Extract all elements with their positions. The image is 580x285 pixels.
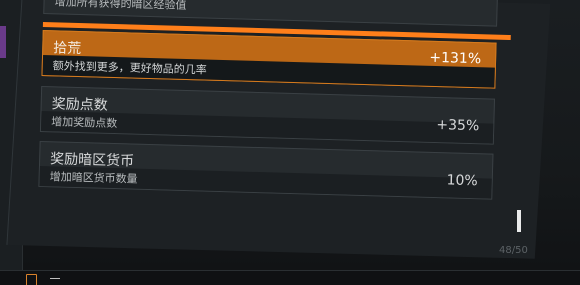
perk-list: 增加所有获得的暗区经验值 拾荒 额外找到更多，更好物品的几率 +131% 奖励点…: [37, 0, 520, 239]
perk-value-reward-points: +35%: [436, 117, 480, 135]
perk-title-reward-points: 奖励点数: [51, 96, 108, 114]
perk-card-scavenging[interactable]: 拾荒 额外找到更多，更好物品的几率 +131%: [41, 29, 497, 89]
left-accent-marker: [0, 26, 6, 58]
game-screen: 增加所有获得的暗区经验值 拾荒 额外找到更多，更好物品的几率 +131% 奖励点…: [0, 0, 580, 285]
perk-counter: 48/50: [499, 245, 528, 256]
perk-card-xp[interactable]: 增加所有获得的暗区经验值: [43, 0, 498, 27]
scrollbar-thumb[interactable]: [517, 210, 521, 232]
perk-subtitle-reward-points: 增加奖励点数: [51, 115, 118, 131]
perk-title-dz-currency: 奖励暗区货币: [49, 151, 135, 170]
key-prompt-dash: [50, 278, 60, 279]
perk-card-dz-currency[interactable]: 奖励暗区货币 增加暗区货币数量 10%: [38, 140, 494, 200]
perk-value-scavenging: +131%: [429, 49, 482, 68]
bottom-bar: [0, 270, 580, 285]
perk-card-reward-points[interactable]: 奖励点数 增加奖励点数 +35%: [39, 85, 496, 145]
perk-subtitle-dz-currency: 增加暗区货币数量: [49, 170, 138, 186]
perk-xp-subtitle: 增加所有获得的暗区经验值: [54, 0, 187, 12]
key-prompt-icon: [26, 274, 37, 285]
perk-title-scavenging: 拾荒: [53, 40, 82, 58]
perk-value-dz-currency: 10%: [446, 172, 478, 190]
